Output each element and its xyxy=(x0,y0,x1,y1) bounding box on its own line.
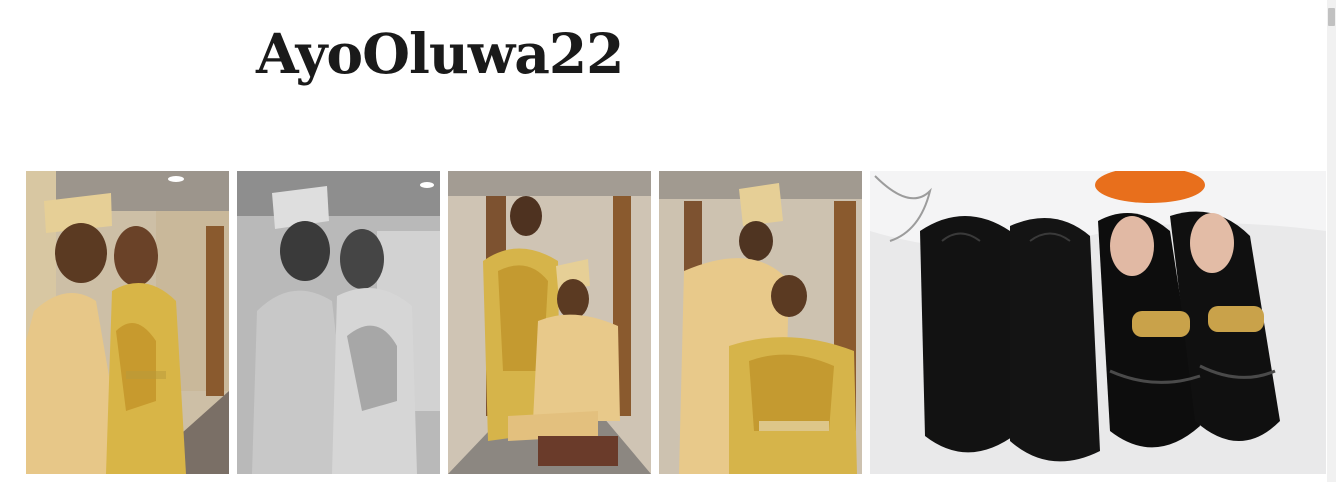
photo-image xyxy=(26,171,229,474)
vertical-scrollbar[interactable] xyxy=(1327,0,1336,482)
gallery-photo-couple-standing[interactable] xyxy=(659,171,862,474)
photo-image xyxy=(237,171,440,474)
site-title[interactable]: AyoOluwa22 xyxy=(256,14,624,94)
photo-image xyxy=(659,171,862,474)
gallery-photo-couple-embracing[interactable] xyxy=(26,171,229,474)
gallery-photo-couple-embracing-bw[interactable] xyxy=(237,171,440,474)
page: AyoOluwa22 xyxy=(0,0,1336,482)
photo-image xyxy=(870,171,1326,474)
photo-gallery xyxy=(26,171,1326,474)
scrollbar-thumb[interactable] xyxy=(1328,8,1335,26)
photo-image xyxy=(448,171,651,474)
gallery-photo-shoes[interactable] xyxy=(870,171,1326,474)
gallery-photo-couple-seated[interactable] xyxy=(448,171,651,474)
